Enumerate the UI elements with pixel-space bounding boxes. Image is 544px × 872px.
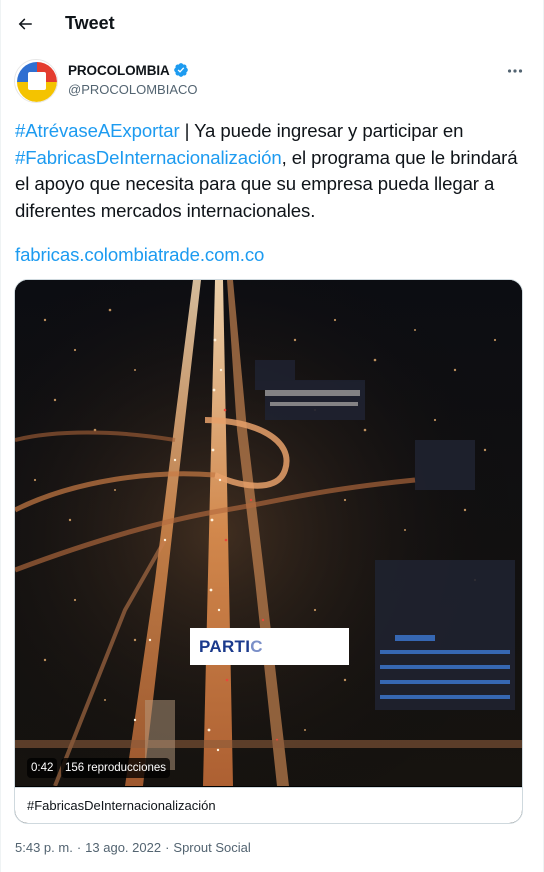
tweet-text-part-1: | Ya puede ingresar y participar en xyxy=(179,120,464,141)
video-duration-badge: 0:42 xyxy=(27,758,58,778)
video-frame-city-night xyxy=(15,280,522,786)
author-name-row[interactable]: PROCOLOMBIA xyxy=(68,62,189,78)
card-caption: #FabricasDeInternacionalización xyxy=(27,798,216,813)
verified-badge-icon xyxy=(173,63,188,77)
top-bar: Tweet xyxy=(1,0,544,50)
video-title-overlay: PARTIC xyxy=(190,628,349,665)
tweet-text: #AtrévaseAExportar | Ya puede ingresar y… xyxy=(15,118,530,224)
author-name[interactable]: PROCOLOMBIA xyxy=(68,63,170,78)
tweet-meta: 5:43 p. m. · 13 ago. 2022 · Sprout Socia… xyxy=(15,840,251,855)
meta-separator-1: · xyxy=(76,840,82,855)
tweet-page: Tweet PROCOLOMBIA @PROCOLOMBIACO #Atréva… xyxy=(0,0,544,872)
tweet-source[interactable]: Sprout Social xyxy=(173,840,250,855)
avatar[interactable] xyxy=(14,59,58,103)
meta-separator-2: · xyxy=(165,840,170,855)
tweet-time[interactable]: 5:43 p. m. xyxy=(15,840,73,855)
card-footer[interactable]: #FabricasDeInternacionalización xyxy=(15,787,522,823)
hashtag-fabricas[interactable]: #FabricasDeInternacionalización xyxy=(15,147,282,168)
video-overlay-text: PARTIC xyxy=(199,637,263,657)
overlay-text-strong: PARTI xyxy=(199,637,251,656)
hashtag-atrevaseaexportar[interactable]: #AtrévaseAExportar xyxy=(15,120,180,141)
page-title: Tweet xyxy=(65,13,115,33)
author-handle[interactable]: @PROCOLOMBIACO xyxy=(68,82,198,97)
procolombia-logo-icon xyxy=(15,60,57,102)
back-button[interactable] xyxy=(9,8,41,40)
tweet-date[interactable]: 13 ago. 2022 xyxy=(85,840,161,855)
media-card[interactable]: PARTIC 0:42 156 reproducciones #Fabricas… xyxy=(14,279,523,824)
tweet-link[interactable]: fabricas.colombiatrade.com.co xyxy=(15,244,264,266)
more-options-button[interactable] xyxy=(501,60,529,82)
arrow-left-icon xyxy=(18,18,32,30)
video-player[interactable]: PARTIC 0:42 156 reproducciones xyxy=(15,280,522,786)
more-dots-icon xyxy=(507,69,523,73)
video-views-badge: 156 reproducciones xyxy=(61,758,171,778)
overlay-text-faded: C xyxy=(250,637,263,656)
